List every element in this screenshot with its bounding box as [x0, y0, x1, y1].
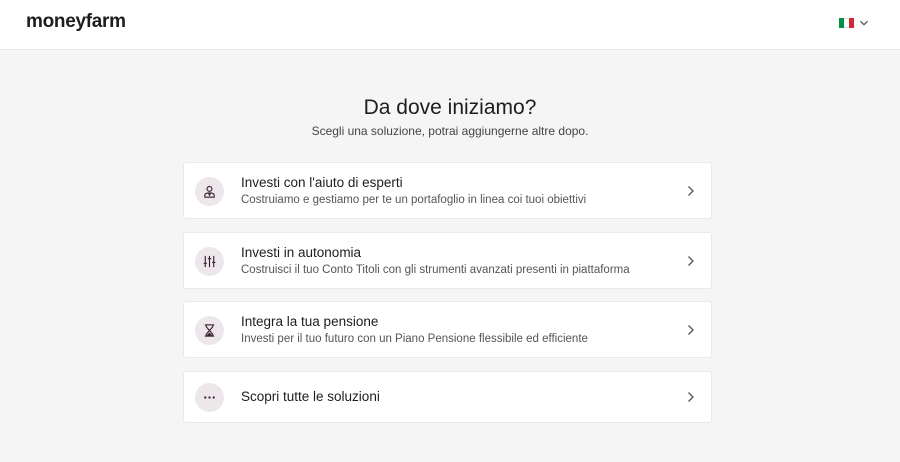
- top-header: moneyfarm: [0, 0, 900, 50]
- sliders-icon: [195, 247, 224, 276]
- more-icon: [195, 383, 224, 412]
- hourglass-icon: [195, 316, 224, 345]
- option-description: Costruisci il tuo Conto Titoli con gli s…: [241, 264, 630, 276]
- chevron-down-icon: [860, 20, 868, 26]
- option-description: Costruiamo e gestiamo per te un portafog…: [241, 194, 587, 206]
- moneyfarm-logo[interactable]: moneyfarm: [26, 11, 126, 33]
- option-description: Investi per il tuo futuro con un Piano P…: [241, 333, 588, 345]
- option-card-autonomy[interactable]: Investi in autonomia Costruisci il tuo C…: [183, 232, 712, 289]
- page-title: Da dove iniziamo?: [363, 96, 537, 119]
- advisor-icon: [195, 177, 224, 206]
- option-card-advisor[interactable]: Investi con l'aiuto di esperti Costruiam…: [183, 162, 712, 219]
- chevron-right-icon: [688, 256, 694, 266]
- option-title: Scopri tutte le soluzioni: [241, 389, 380, 404]
- option-card-all-solutions[interactable]: Scopri tutte le soluzioni: [183, 371, 712, 423]
- chevron-right-icon: [688, 325, 694, 335]
- chevron-right-icon: [688, 186, 694, 196]
- option-card-pension[interactable]: Integra la tua pensione Investi per il t…: [183, 301, 712, 358]
- language-selector[interactable]: [839, 15, 869, 31]
- chevron-right-icon: [688, 392, 694, 402]
- option-title: Investi in autonomia: [241, 245, 362, 260]
- option-title: Integra la tua pensione: [241, 314, 379, 329]
- page-subtitle: Scegli una soluzione, potrai aggiungerne…: [311, 124, 589, 138]
- italy-flag-icon: [839, 18, 854, 28]
- option-title: Investi con l'aiuto di esperti: [241, 175, 403, 190]
